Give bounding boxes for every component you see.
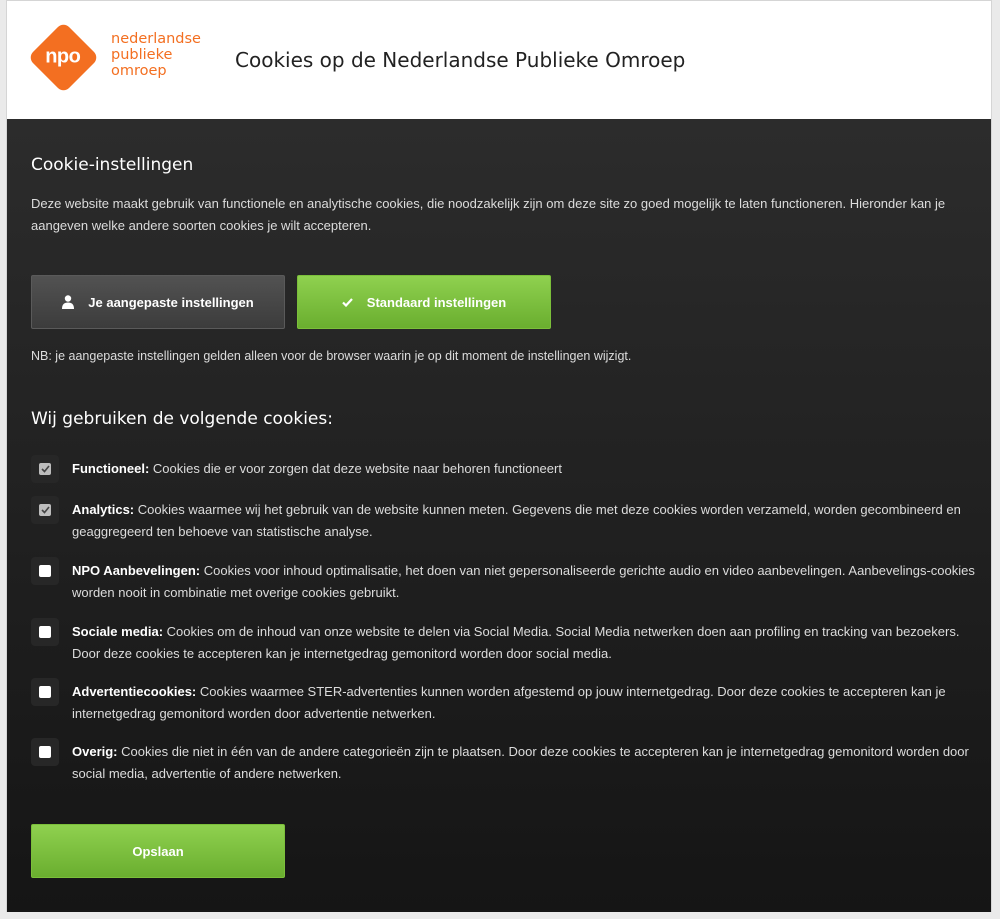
cookie-desc: Cookies die niet in één van de andere ca… (72, 744, 969, 781)
page-title: Cookies op de Nederlandse Publieke Omroe… (235, 48, 686, 72)
cookie-name: NPO Aanbevelingen: (72, 563, 201, 578)
cookie-desc: Cookies voor inhoud optimalisatie, het d… (72, 563, 975, 600)
header: npo nederlandse publieke omroep Cookies … (7, 1, 991, 119)
cookie-name: Functioneel: (72, 461, 150, 476)
logo-wordmark: nederlandse publieke omroep (111, 31, 201, 79)
logo-line: publieke (111, 47, 173, 63)
settings-title: Cookie-instellingen (31, 155, 194, 175)
checkbox-box (39, 463, 51, 475)
logo-tile-text: npo (45, 45, 81, 68)
checkbox-box (39, 504, 51, 516)
checkmark-icon (40, 465, 50, 473)
cookie-checkbox-npo-aanbevelingen[interactable] (31, 557, 59, 585)
checkbox-box (39, 626, 51, 638)
cookie-name: Sociale media: (72, 624, 164, 639)
checkmark-icon (40, 506, 50, 514)
cookie-desc: Cookies die er voor zorgen dat deze webs… (152, 461, 562, 476)
cookie-description: Overig: Cookies die niet in één van de a… (72, 741, 976, 785)
checkbox-box (39, 746, 51, 758)
cookies-title: Wij gebruiken de volgende cookies: (31, 409, 333, 429)
page-frame: npo nederlandse publieke omroep Cookies … (6, 0, 992, 912)
custom-settings-label: Je aangepaste instellingen (88, 294, 254, 310)
cookie-desc: Cookies waarmee STER-advertenties kunnen… (72, 684, 946, 721)
cookie-name: Analytics: (72, 502, 135, 517)
user-icon (62, 295, 75, 309)
cookie-desc: Cookies waarmee wij het gebruik van de w… (72, 502, 961, 539)
settings-intro: Deze website maakt gebruik van functione… (31, 196, 946, 233)
cookie-name: Advertentiecookies: (72, 684, 197, 699)
check-icon (342, 297, 353, 307)
cookie-description: NPO Aanbevelingen: Cookies voor inhoud o… (72, 560, 976, 604)
cookie-checkbox-analytics[interactable] (31, 496, 59, 524)
cookie-name: Overig: (72, 744, 118, 759)
npo-logo[interactable]: npo (27, 21, 100, 94)
cookie-checkbox-overig[interactable] (31, 738, 59, 766)
cookie-checkbox-advertentiecookies[interactable] (31, 678, 59, 706)
standard-settings-button[interactable]: Standaard instellingen (297, 275, 551, 329)
cookie-description: Analytics: Cookies waarmee wij het gebru… (72, 499, 976, 543)
standard-settings-label: Standaard instellingen (366, 294, 507, 310)
logo-line: omroep (111, 63, 167, 79)
save-button[interactable]: Opslaan (31, 824, 285, 878)
save-label: Opslaan (132, 843, 184, 859)
logo-line: nederlandse (111, 31, 201, 47)
cookie-checkbox-functioneel[interactable] (31, 455, 59, 483)
cookie-description: Advertentiecookies: Cookies waarmee STER… (72, 681, 976, 725)
cookie-checkbox-sociale-media[interactable] (31, 618, 59, 646)
cookie-panel: Cookie-instellingen Deze website maakt g… (7, 119, 991, 912)
cookie-desc: Cookies om de inhoud van onze website te… (72, 624, 960, 661)
cookie-description: Sociale media: Cookies om de inhoud van … (72, 621, 976, 665)
cookie-description: Functioneel: Cookies die er voor zorgen … (72, 458, 976, 480)
custom-settings-button[interactable]: Je aangepaste instellingen (31, 275, 285, 329)
checkbox-box (39, 686, 51, 698)
checkbox-box (39, 565, 51, 577)
settings-note: NB: je aangepaste instellingen gelden al… (31, 349, 632, 363)
